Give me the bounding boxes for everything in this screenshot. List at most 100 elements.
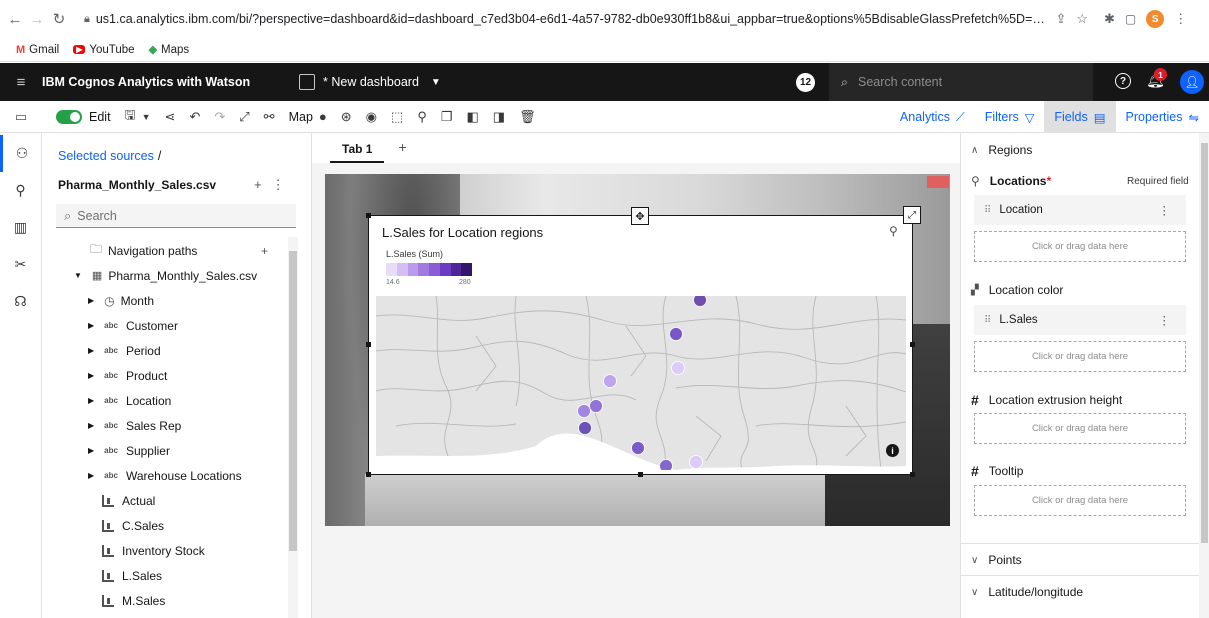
tree-item[interactable]: ▶ ◷ Month <box>42 288 290 313</box>
tree-item[interactable]: ▶ abc Supplier <box>42 438 290 463</box>
regions-section-header[interactable]: ∧ Regions <box>971 143 1032 157</box>
globe-icon[interactable]: ● <box>319 109 327 124</box>
map-point[interactable] <box>603 374 617 388</box>
map-point[interactable] <box>589 399 603 413</box>
resize-handle[interactable] <box>366 342 371 347</box>
tree-item[interactable]: ▼ ▦ Pharma_Monthly_Sales.csv <box>42 263 290 288</box>
caret-right-icon[interactable]: ▶ <box>88 446 94 455</box>
points-section-header[interactable]: ∨ Points <box>971 553 1022 567</box>
add-icon[interactable]: + <box>261 244 268 258</box>
expand-icon[interactable]: ⤢ <box>903 206 921 224</box>
lsales-field-chip[interactable]: ⠿ L.Sales ⋮ <box>974 305 1186 335</box>
location-color-drop-zone[interactable]: Click or drag data here <box>974 341 1186 372</box>
scrollbar-thumb[interactable] <box>1201 143 1208 543</box>
drag-handle-icon[interactable]: ⠿ <box>984 205 991 216</box>
caret-right-icon[interactable]: ▶ <box>88 296 94 305</box>
caret-right-icon[interactable]: ▶ <box>88 321 94 330</box>
scrollbar-thumb[interactable] <box>289 251 297 551</box>
extensions-icon[interactable]: ✱ <box>1104 11 1115 27</box>
extrusion-drop-zone[interactable]: Click or drag data here <box>974 413 1186 444</box>
map-point[interactable] <box>693 296 707 307</box>
reload-icon[interactable]: ↻ <box>48 10 70 28</box>
pin-icon[interactable]: ⚲ <box>417 109 427 125</box>
map-point[interactable] <box>631 441 645 455</box>
map-point[interactable] <box>669 327 683 341</box>
tree-item[interactable]: Inventory Stock <box>42 538 290 563</box>
info-icon[interactable]: i <box>886 444 899 457</box>
bookmark-youtube[interactable]: ▶ YouTube <box>73 44 135 56</box>
bookmark-star-icon[interactable]: ☆ <box>1076 11 1088 27</box>
data-sources-icon[interactable]: ⚇ <box>0 135 41 172</box>
caret-right-icon[interactable]: ▶ <box>88 421 94 430</box>
map-point[interactable] <box>577 404 591 418</box>
address-bar[interactable]: 🔒︎ us1.ca.analytics.ibm.com/bi/?perspect… <box>76 6 1096 32</box>
fields-scrollbar[interactable] <box>1199 133 1209 618</box>
browser-menu-icon[interactable]: ⋮ <box>1174 11 1187 27</box>
delete-icon[interactable]: 🗑︎ <box>519 109 536 125</box>
connect-icon[interactable]: ⚯ <box>264 109 275 125</box>
help-icon[interactable]: ? <box>1115 73 1131 89</box>
tooltip-drop-zone[interactable]: Click or drag data here <box>974 485 1186 516</box>
tree-item[interactable]: ▶ abc Location <box>42 388 290 413</box>
bookmark-maps[interactable]: ◆ Maps <box>149 43 190 57</box>
tree-item[interactable]: ▶ abc Sales Rep <box>42 413 290 438</box>
resize-handle[interactable] <box>910 342 915 347</box>
caret-right-icon[interactable]: ▶ <box>88 471 94 480</box>
pin-icon[interactable]: ⚲ <box>0 172 41 209</box>
bring-front-icon[interactable]: ◧ <box>467 109 479 125</box>
drag-handle-icon[interactable]: ⠿ <box>984 315 991 326</box>
tree-item[interactable]: M.Sales <box>42 588 290 613</box>
side-panel-icon[interactable]: ▢ <box>1125 12 1136 26</box>
chevron-down-icon[interactable]: ▼ <box>431 77 441 88</box>
assistant-icon[interactable]: ☊ <box>0 283 41 320</box>
resize-handle[interactable] <box>366 472 371 477</box>
tree-item[interactable]: L.Sales <box>42 563 290 588</box>
send-back-icon[interactable]: ◨ <box>493 109 505 125</box>
move-widget-icon[interactable]: ✥ <box>631 207 649 225</box>
resize-handle[interactable] <box>366 213 371 218</box>
bookmark-gmail[interactable]: M Gmail <box>16 44 59 56</box>
forward-arrow-icon[interactable]: → <box>26 11 48 28</box>
drill-icon[interactable]: ◉ <box>366 109 377 125</box>
location-field-chip[interactable]: ⠿ Location ⋮ <box>974 195 1186 225</box>
map-visualization-label[interactable]: Map <box>289 110 313 124</box>
copy-icon[interactable]: ❐ <box>441 109 453 125</box>
tab-analytics[interactable]: Analytics ⟋ <box>890 101 975 133</box>
add-tab-icon[interactable]: + <box>398 139 406 163</box>
tree-item[interactable]: 🗀︎ Navigation paths + <box>42 238 290 263</box>
tab-1[interactable]: Tab 1 <box>330 133 385 163</box>
share-icon[interactable]: ⋖ <box>165 109 176 125</box>
location-pin-icon[interactable]: ⚲ <box>889 224 898 238</box>
tree-item[interactable]: ▶ abc Period <box>42 338 290 363</box>
save-icon[interactable]: 🖫 <box>125 106 136 128</box>
tree-item[interactable]: ▶ abc Warehouse Locations <box>42 463 290 488</box>
chevron-down-icon[interactable]: ▼ <box>142 112 151 122</box>
back-arrow-icon[interactable]: ← <box>4 11 26 28</box>
tree-item[interactable]: Actual <box>42 488 290 513</box>
fill-icon[interactable]: ⊛ <box>341 109 352 125</box>
map-widget[interactable]: L.Sales for Location regions ⚲ L.Sales (… <box>368 215 913 475</box>
overflow-menu-icon[interactable]: ⋮ <box>1159 203 1171 217</box>
selected-sources-link[interactable]: Selected sources / <box>58 149 161 163</box>
overflow-menu-icon[interactable]: ⋮ <box>272 177 295 192</box>
map-point[interactable] <box>659 459 673 471</box>
select-area-icon[interactable]: ⬚ <box>391 109 403 125</box>
tab-filters[interactable]: Filters ▽ <box>975 101 1045 133</box>
user-avatar-icon[interactable]: 👤︎ <box>1180 70 1204 94</box>
comment-icon[interactable]: ▭ <box>0 109 42 125</box>
caret-right-icon[interactable]: ▶ <box>88 396 94 405</box>
map-point[interactable] <box>578 421 592 435</box>
dashboard-tab[interactable]: * New dashboard ▼ <box>299 74 441 90</box>
map-point[interactable] <box>689 455 703 469</box>
tree-item[interactable]: ▶ abc Customer <box>42 313 290 338</box>
caret-down-icon[interactable]: ▼ <box>74 271 82 280</box>
resize-handle[interactable] <box>638 472 643 477</box>
notifications-count-badge[interactable]: 12 <box>796 73 815 92</box>
overflow-menu-icon[interactable]: ⋮ <box>1159 313 1171 327</box>
add-icon[interactable]: + <box>254 177 272 192</box>
redo-icon[interactable]: ↷ <box>214 109 225 125</box>
sources-scrollbar[interactable] <box>288 237 298 618</box>
tab-properties[interactable]: Properties ⇋ <box>1116 101 1209 133</box>
tree-item[interactable]: ▶ abc Product <box>42 363 290 388</box>
search-content-input[interactable]: ⌕ Search content <box>829 63 1093 101</box>
